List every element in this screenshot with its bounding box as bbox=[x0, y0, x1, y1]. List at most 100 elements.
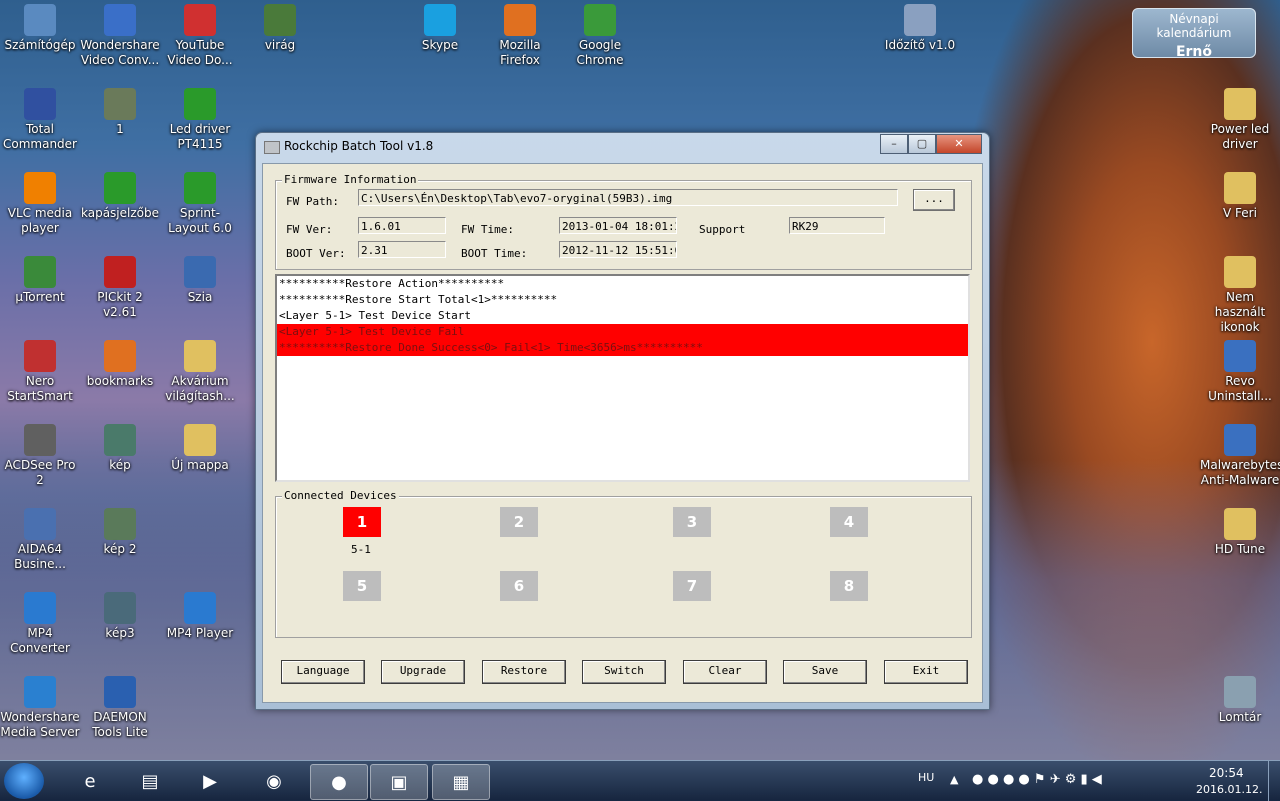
desktop-icon[interactable]: Lomtár bbox=[1200, 676, 1280, 725]
ie-taskbar-icon[interactable]: e bbox=[62, 764, 118, 798]
title-bar[interactable]: Rockchip Batch Tool v1.8 – ▢ ✕ bbox=[256, 133, 989, 159]
desktop-icon[interactable]: kép bbox=[80, 424, 160, 473]
restore-button[interactable]: Restore bbox=[482, 660, 566, 684]
media-player-taskbar-icon[interactable]: ▶ bbox=[182, 764, 238, 798]
green-gear-icon bbox=[184, 88, 216, 120]
log-output[interactable]: **********Restore Action********** ******… bbox=[275, 274, 970, 482]
language-indicator[interactable]: HU bbox=[918, 771, 934, 784]
desktop-icon[interactable]: kép3 bbox=[80, 592, 160, 641]
device-slot-2[interactable]: 2 bbox=[500, 507, 538, 537]
save-button[interactable]: Save bbox=[783, 660, 867, 684]
desktop-icon-label: YouTube Video Do... bbox=[167, 38, 233, 67]
window-title: Rockchip Batch Tool v1.8 bbox=[284, 139, 434, 153]
device-slot-5[interactable]: 5 bbox=[343, 571, 381, 601]
device-slot-8[interactable]: 8 bbox=[830, 571, 868, 601]
fw-path-field[interactable]: C:\Users\Én\Desktop\Tab\evo7-oryginal(59… bbox=[358, 189, 898, 206]
device-slot-1[interactable]: 1 bbox=[343, 507, 381, 537]
clock-time[interactable]: 20:54 bbox=[1209, 766, 1244, 780]
desktop-icon[interactable]: ACDSee Pro 2 bbox=[0, 424, 80, 488]
log-line: **********Restore Action********** bbox=[279, 277, 505, 290]
desktop-icon[interactable]: 1 bbox=[80, 88, 160, 137]
desktop-icon[interactable]: Power led driver bbox=[1200, 88, 1280, 152]
desktop-icon[interactable]: Szia bbox=[160, 256, 240, 305]
firefox-taskbar-icon[interactable]: ● bbox=[310, 764, 368, 800]
device-slot-7[interactable]: 7 bbox=[673, 571, 711, 601]
exit-button[interactable]: Exit bbox=[884, 660, 968, 684]
tray-icons[interactable]: ● ● ● ● ⚑ ✈ ⚙ ▮ ◀ bbox=[972, 772, 1102, 787]
upgrade-button[interactable]: Upgrade bbox=[381, 660, 465, 684]
desktop-icon-label: PICkit 2 v2.61 bbox=[97, 290, 143, 319]
clock-date[interactable]: 2016.01.12. bbox=[1196, 783, 1262, 796]
language-button[interactable]: Language bbox=[281, 660, 365, 684]
desktop-icon[interactable]: PICkit 2 v2.61 bbox=[80, 256, 160, 320]
desktop-icon[interactable]: Számítógép bbox=[0, 4, 80, 53]
desktop-icon-label: bookmarks bbox=[86, 374, 154, 388]
desktop-icon[interactable]: AIDA64 Busine... bbox=[0, 508, 80, 572]
desktop-icon[interactable]: Google Chrome bbox=[560, 4, 640, 68]
desktop-icon[interactable]: Led driver PT4115 bbox=[160, 88, 240, 152]
desktop-icon[interactable]: MP4 Converter bbox=[0, 592, 80, 656]
wondershare-icon bbox=[104, 4, 136, 36]
desktop-icon[interactable]: Sprint-Layout 6.0 bbox=[160, 172, 240, 236]
desktop-icon[interactable]: Új mappa bbox=[160, 424, 240, 473]
desktop-icon[interactable]: Total Commander bbox=[0, 88, 80, 152]
green-gear-icon bbox=[184, 172, 216, 204]
desktop-icon[interactable]: Skype bbox=[400, 4, 480, 53]
start-button[interactable] bbox=[4, 763, 44, 799]
minimize-button[interactable]: – bbox=[880, 134, 908, 154]
desktop-icon[interactable]: Nem használt ikonok bbox=[1200, 256, 1280, 335]
desktop-icon[interactable]: Wondershare Media Server bbox=[0, 676, 80, 740]
show-desktop-button[interactable] bbox=[1268, 761, 1280, 801]
device-layer-label: 5-1 bbox=[351, 543, 371, 556]
desktop-icon-label: µTorrent bbox=[15, 290, 65, 304]
desktop-icon-label: Sprint-Layout 6.0 bbox=[168, 206, 232, 235]
youtube-icon bbox=[184, 4, 216, 36]
desktop-icon-label: ACDSee Pro 2 bbox=[4, 458, 76, 487]
desktop-icon[interactable]: Revo Uninstall... bbox=[1200, 340, 1280, 404]
desktop-icon[interactable]: HD Tune bbox=[1200, 508, 1280, 557]
device-slot-6[interactable]: 6 bbox=[500, 571, 538, 601]
switch-button[interactable]: Switch bbox=[582, 660, 666, 684]
desktop-icon[interactable]: µTorrent bbox=[0, 256, 80, 305]
close-button[interactable]: ✕ bbox=[936, 134, 982, 154]
mp4-icon bbox=[24, 592, 56, 624]
app-icon bbox=[264, 141, 280, 154]
desktop-icon-label: Skype bbox=[421, 38, 459, 52]
browse-button[interactable]: ... bbox=[913, 189, 955, 211]
desktop-icon[interactable]: Időzítő v1.0 bbox=[880, 4, 960, 53]
desktop-icon[interactable]: YouTube Video Do... bbox=[160, 4, 240, 68]
desktop-icon-label: Nem használt ikonok bbox=[1214, 290, 1266, 334]
desktop-icon[interactable]: bookmarks bbox=[80, 340, 160, 389]
desktop-icon[interactable]: VLC media player bbox=[0, 172, 80, 236]
desktop-icon[interactable]: kapásjelzőbe bbox=[80, 172, 160, 221]
desktop-icon[interactable]: virág bbox=[240, 4, 320, 53]
desktop-icon-label: Total Commander bbox=[3, 122, 77, 151]
rockchip-window[interactable]: Rockchip Batch Tool v1.8 – ▢ ✕ Firmware … bbox=[255, 132, 990, 710]
desktop-icon[interactable]: MP4 Player bbox=[160, 592, 240, 641]
rockchip-taskbar-icon[interactable]: ▦ bbox=[432, 764, 490, 800]
tray-expand-icon[interactable]: ▲ bbox=[950, 773, 958, 786]
device-slot-3[interactable]: 3 bbox=[673, 507, 711, 537]
desktop-icon[interactable]: kép 2 bbox=[80, 508, 160, 557]
log-line: <Layer 5-1> Test Device Start bbox=[279, 309, 472, 322]
desktop-icon[interactable]: V Feri bbox=[1200, 172, 1280, 221]
explorer-taskbar-icon[interactable]: ▤ bbox=[122, 764, 178, 798]
desktop-icon-label: Mozilla Firefox bbox=[499, 38, 541, 67]
desktop-icon[interactable]: Mozilla Firefox bbox=[480, 4, 560, 68]
desktop-icon-label: V Feri bbox=[1223, 206, 1257, 220]
utorrent-icon bbox=[24, 256, 56, 288]
desktop-icon[interactable]: Akvárium világítash... bbox=[160, 340, 240, 404]
toolbox-taskbar-icon[interactable]: ▣ bbox=[370, 764, 428, 800]
desktop-icon[interactable]: DAEMON Tools Lite bbox=[80, 676, 160, 740]
desktop-icon[interactable]: Malwarebytes Anti-Malware bbox=[1200, 424, 1280, 488]
desktop-icon[interactable]: Wondershare Video Conv... bbox=[80, 4, 160, 68]
device-slot-4[interactable]: 4 bbox=[830, 507, 868, 537]
chrome-taskbar-icon[interactable]: ◉ bbox=[246, 764, 302, 798]
maximize-button[interactable]: ▢ bbox=[908, 134, 936, 154]
fw-ver-label: FW Ver: bbox=[286, 223, 333, 236]
desktop-icon[interactable]: Nero StartSmart bbox=[0, 340, 80, 404]
clear-button[interactable]: Clear bbox=[683, 660, 767, 684]
gadget-title: Névnapi kalendárium bbox=[1156, 12, 1232, 40]
green-gear-icon bbox=[104, 172, 136, 204]
name-day-gadget[interactable]: Névnapi kalendárium Ernő bbox=[1132, 8, 1256, 60]
